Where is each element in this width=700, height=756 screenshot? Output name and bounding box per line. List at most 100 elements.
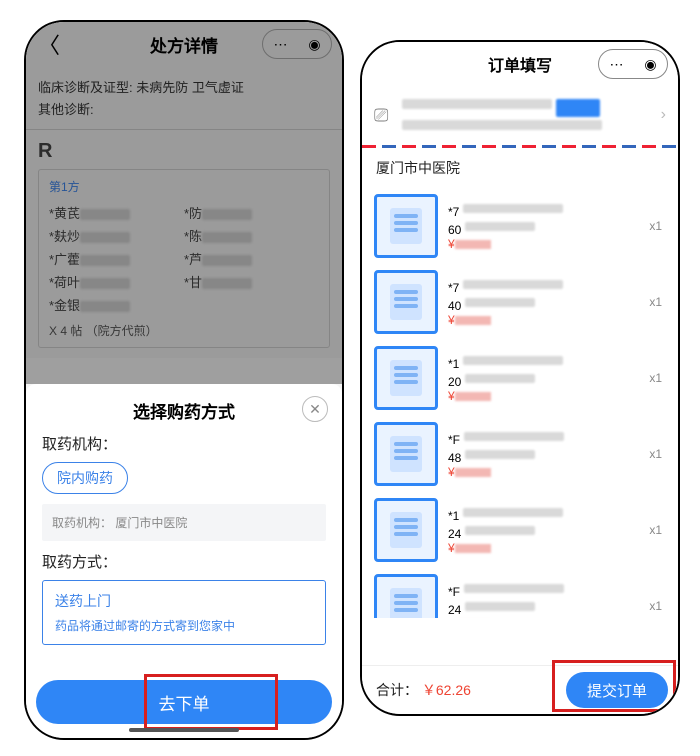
item-qty: x1 [649, 523, 666, 537]
drug-name: *陈 [184, 229, 202, 244]
item-price: ¥ [448, 389, 649, 403]
rx-doc-icon [390, 512, 422, 548]
item-name-prefix: *7 [448, 205, 459, 219]
rx-doc-icon [390, 360, 422, 396]
other-diagnosis-label: 其他诊断: [38, 102, 94, 117]
drug-name: *芦 [184, 252, 202, 267]
item-thumb [374, 346, 438, 410]
item-name-prefix: *7 [448, 281, 459, 295]
rx-doc-icon [390, 208, 422, 244]
item-name-prefix: *F [448, 433, 460, 447]
page-title: 处方详情 [150, 32, 218, 57]
order-item[interactable]: *F 24¥ x1 [374, 568, 666, 618]
order-item[interactable]: *1 24¥x1 [374, 492, 666, 568]
item-info: *F 48¥ [448, 429, 649, 479]
pickup-method-label: 取药方式： [42, 551, 326, 572]
drug-name: *广藿 [49, 252, 80, 267]
rx-doc-icon [390, 436, 422, 472]
more-icon[interactable]: ⋯ [609, 56, 623, 73]
home-delivery-desc: 药品将通过邮寄的方式寄到您家中 [55, 617, 313, 634]
back-icon[interactable]: 〈 [38, 28, 60, 60]
item-thumb [374, 270, 438, 334]
close-target-icon[interactable]: ◉ [644, 56, 656, 73]
submit-order-button[interactable]: 提交订单 [566, 672, 668, 708]
drug-name: *麸炒 [49, 229, 80, 244]
diagnosis-value: 未病先防 卫气虚证 [136, 80, 244, 95]
item-info: *7 40¥ [448, 277, 649, 327]
address-row[interactable]: ⎚ › [362, 86, 678, 145]
pickup-org-label: 取药机构： [42, 433, 326, 454]
pickup-org-box-label: 取药机构： [52, 516, 112, 530]
sheet-title: 选择购药方式 [42, 398, 326, 423]
navbar: 订单填写 ⋯ ◉ [362, 42, 678, 86]
order-item[interactable]: *7 40¥x1 [374, 264, 666, 340]
rx-box: 第1方 *黄芪 *防 *麸炒 *陈 *广藿 *芦 *荷叶 *甘 *金银 X 4 … [38, 169, 330, 348]
item-name-prefix: *1 [448, 509, 459, 523]
item-qty: x1 [649, 599, 666, 613]
rx-doc-icon [390, 284, 422, 320]
home-delivery-title: 送药上门 [55, 591, 313, 611]
item-price: ¥ [448, 541, 649, 555]
item-thumb [374, 422, 438, 486]
item-info: *1 24¥ [448, 505, 649, 555]
home-delivery-option[interactable]: 送药上门 药品将通过邮寄的方式寄到您家中 [42, 580, 326, 645]
prescription-section: R 第1方 *黄芪 *防 *麸炒 *陈 *广藿 *芦 *荷叶 *甘 *金银 X … [26, 129, 342, 358]
rx-symbol: R [38, 140, 330, 163]
miniprogram-capsule[interactable]: ⋯ ◉ [262, 29, 332, 59]
phone-prescription: 〈 处方详情 ⋯ ◉ 临床诊断及证型: 未病先防 卫气虚证 其他诊断: R 第1… [24, 20, 344, 740]
address-lines [402, 96, 661, 133]
close-icon[interactable]: ✕ [302, 396, 328, 422]
drug-name: *金银 [49, 298, 80, 313]
item-thumb [374, 194, 438, 258]
diagnosis-label: 临床诊断及证型: [38, 80, 133, 95]
drug-name: *甘 [184, 275, 202, 290]
hospital-name: 厦门市中医院 [362, 148, 678, 188]
order-item[interactable]: *760¥x1 [374, 188, 666, 264]
item-line2: 24 [448, 603, 461, 617]
total-label: 合计： [376, 682, 418, 698]
rx-group-label: 第1方 [49, 178, 319, 195]
item-qty: x1 [649, 295, 666, 309]
diagnosis-section: 临床诊断及证型: 未病先防 卫气虚证 其他诊断: [26, 66, 342, 129]
item-line2: 60 [448, 223, 461, 237]
order-item[interactable]: *1 20¥x1 [374, 340, 666, 416]
go-order-button[interactable]: 去下单 [36, 680, 332, 724]
miniprogram-capsule[interactable]: ⋯ ◉ [598, 49, 668, 79]
item-qty: x1 [649, 447, 666, 461]
pickup-org-box: 取药机构： 厦门市中医院 [42, 504, 326, 541]
item-price: ¥ [448, 313, 649, 327]
item-line2: 24 [448, 527, 461, 541]
item-info: *F 24¥ [448, 581, 649, 618]
chevron-right-icon: › [661, 106, 666, 124]
order-item[interactable]: *F 48¥x1 [374, 416, 666, 492]
close-target-icon[interactable]: ◉ [308, 36, 320, 53]
purchase-method-sheet: 选择购药方式 ✕ 取药机构： 院内购药 取药机构： 厦门市中医院 取药方式： 送… [26, 384, 342, 738]
item-info: *7 60¥ [448, 201, 649, 251]
home-indicator [129, 728, 239, 732]
total-amount: 62.26 [436, 682, 471, 698]
drug-name: *防 [184, 206, 202, 221]
more-icon[interactable]: ⋯ [273, 36, 287, 53]
item-thumb [374, 498, 438, 562]
order-item-list: *760¥x1*740¥x1*120¥x1*F48¥x1*124¥x1*F24¥… [362, 188, 678, 618]
item-price: ¥ [448, 237, 649, 251]
submit-bar: 合计： ￥62.26 提交订单 [362, 665, 678, 714]
pickup-org-box-value: 厦门市中医院 [115, 516, 187, 530]
rx-drug-grid: *黄芪 *防 *麸炒 *陈 *广藿 *芦 *荷叶 *甘 *金银 [49, 201, 319, 316]
default-badge [556, 99, 600, 117]
item-name-prefix: *1 [448, 357, 459, 371]
item-thumb [374, 574, 438, 618]
item-qty: x1 [649, 371, 666, 385]
item-info: *1 20¥ [448, 353, 649, 403]
navbar: 〈 处方详情 ⋯ ◉ [26, 22, 342, 66]
rx-footer: X 4 帖 （院方代煎） [49, 322, 319, 339]
item-price: ¥ [448, 465, 649, 479]
item-price: ¥ [448, 617, 649, 618]
in-hospital-purchase-chip[interactable]: 院内购药 [42, 462, 128, 494]
item-line2: 40 [448, 299, 461, 313]
rx-doc-icon [390, 588, 422, 618]
item-line2: 20 [448, 375, 461, 389]
location-icon: ⎚ [374, 105, 394, 125]
item-name-prefix: *F [448, 585, 460, 599]
item-line2: 48 [448, 451, 461, 465]
